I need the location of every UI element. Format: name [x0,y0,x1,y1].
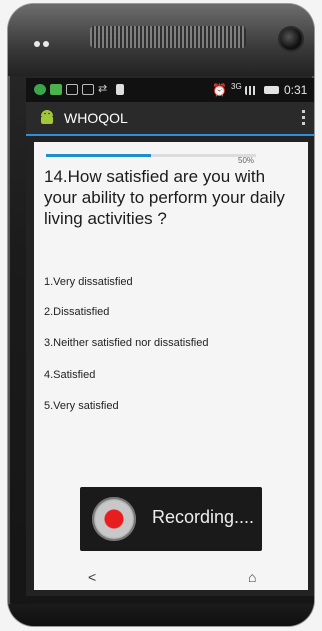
sensor-dots [34,34,52,52]
app-title: WHOQOL [64,110,128,126]
front-camera [280,28,302,50]
recording-label: Recording.... [152,507,255,527]
status-bar: ⇄ ⏰ 3G 0:31 [26,78,314,102]
back-arrow-icon[interactable]: < [88,569,96,585]
phone-device: ⇄ ⏰ 3G 0:31 WHOQOL 50% 14.How satisfied [8,4,314,626]
recording-indicator[interactable]: Recording.... [80,487,262,551]
screen: ⇄ ⏰ 3G 0:31 WHOQOL 50% 14.How satisfied [26,78,314,604]
answer-option[interactable]: 4.Satisfied [44,367,304,383]
navigation-bar: < ⌂ [26,559,314,589]
progress-label: 50% [238,156,255,165]
answer-option[interactable]: 1.Very dissatisfied [44,274,304,290]
notification-icon [34,84,46,95]
network-type: 3G [231,82,242,91]
answer-option[interactable]: 3.Neither satisfied nor dissatisfied [44,335,304,351]
notification-icon [66,84,78,95]
overflow-menu-icon[interactable] [302,110,306,126]
answer-option[interactable]: 2.Dissatisfied [44,304,304,320]
notification-icon [82,84,94,95]
question-text: 14.How satisfied are you with your abili… [44,167,285,228]
status-time: 0:31 [284,83,308,97]
nav-bar-strip [26,596,314,604]
record-icon [92,497,136,541]
answer-option[interactable]: 5.Very satisfied [44,398,304,414]
top-bezel [8,4,314,76]
app-bar: WHOQOL [26,102,314,136]
bottom-bezel [8,604,314,626]
signal-icon [245,86,257,95]
android-logo-icon [41,110,53,124]
notification-icon [50,84,62,95]
battery-icon [264,86,279,94]
alarm-icon: ⏰ [212,83,227,97]
home-icon[interactable]: ⌂ [248,569,256,585]
earpiece-speaker [90,26,246,48]
usb-icon: ⇄ [98,83,108,95]
storage-icon [116,84,124,95]
progress-bar [46,154,256,157]
progress-fill [46,154,151,157]
